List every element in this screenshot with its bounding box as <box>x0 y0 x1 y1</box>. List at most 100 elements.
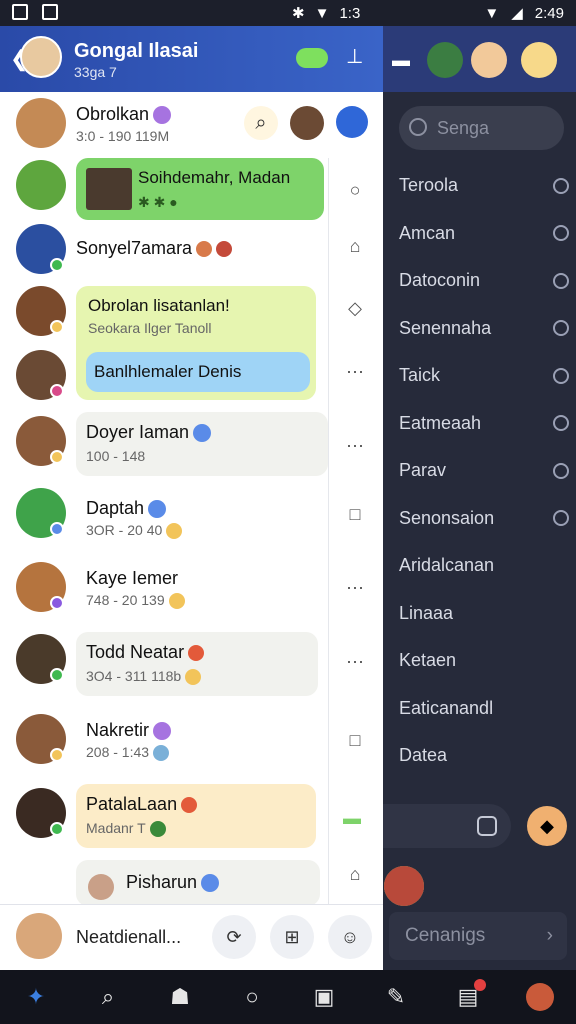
dark-menu-item[interactable]: Eaticanandl <box>399 685 569 733</box>
chat-bubble[interactable]: Pisharun <box>76 860 320 906</box>
status-badge <box>50 384 64 398</box>
dark-menu-item[interactable]: Senennaha <box>399 305 569 353</box>
square-icon[interactable]: ▣ <box>310 983 338 1011</box>
profile-avatar[interactable] <box>526 983 554 1011</box>
emoji-icon <box>185 669 202 686</box>
chat-name: Doyer Iaman <box>86 422 190 442</box>
status-time: 2:49 <box>534 4 564 22</box>
dark-menu-item[interactable]: Amcan <box>399 210 569 258</box>
emoji-button[interactable]: ☺ <box>328 915 372 959</box>
contact-avatar[interactable] <box>471 42 507 78</box>
tag-icon[interactable]: ◇ <box>345 298 365 318</box>
chat-drawer: ❮ Gongal Ilasai 33ga 7 ⊥ Obrolkan 3:0 - … <box>0 26 383 970</box>
chat-name: Banlhlemaler Denis <box>94 362 242 381</box>
dark-menu-item[interactable]: Eatmeaah <box>399 400 569 448</box>
dark-menu-item[interactable]: Parav <box>399 447 569 495</box>
status-badge <box>50 822 64 836</box>
chat-meta: 208 - 1:43 <box>86 744 150 760</box>
add-button[interactable]: ⊞ <box>270 915 314 959</box>
verified-icon <box>153 722 172 741</box>
dark-top-bar: ▬ <box>383 26 576 92</box>
inbox-icon[interactable]: ▤ <box>454 979 486 1011</box>
dark-menu-item[interactable]: Ketaen <box>399 637 569 685</box>
duck-avatar[interactable] <box>521 42 557 78</box>
square-icon[interactable]: □ <box>345 504 365 524</box>
dark-menu-item[interactable]: Linaaa <box>399 590 569 638</box>
avatar[interactable] <box>384 866 424 906</box>
status-badge <box>50 596 64 610</box>
search-icon <box>409 118 427 136</box>
person-icon <box>553 367 569 384</box>
home-icon[interactable]: ✦ <box>22 983 50 1011</box>
notification-button[interactable] <box>336 106 368 138</box>
share-icon <box>477 816 497 836</box>
photo-icon <box>42 4 58 20</box>
status-badge <box>50 450 64 464</box>
dark-menu-item[interactable]: Datoconin <box>399 257 569 305</box>
chat-name: Todd Neatar <box>86 642 185 662</box>
sticker-icon[interactable]: ▬ <box>335 808 369 828</box>
avatar[interactable] <box>16 160 66 210</box>
dark-search-field[interactable]: Senga <box>399 106 564 150</box>
more-icon[interactable]: ⋯ <box>345 578 365 598</box>
thumbnail-image <box>86 168 132 210</box>
avatar[interactable] <box>16 913 62 959</box>
dark-action-row[interactable] <box>383 804 511 848</box>
chat-name: Obrolan lisatanlan! <box>88 296 230 315</box>
chat-bubble-cream[interactable]: PatalaLaan Madanr T <box>76 784 316 848</box>
ghost-icon[interactable]: ☗ <box>166 983 194 1011</box>
refresh-button[interactable]: ⟳ <box>212 915 256 959</box>
person-icon <box>553 177 569 194</box>
search-icon[interactable]: ⌕ <box>94 983 122 1011</box>
chat-bubble[interactable]: Doyer Iaman 100 - 148 <box>76 412 328 476</box>
home-icon[interactable]: ⌂ <box>345 236 365 256</box>
more-icon[interactable]: ⋯ <box>345 436 365 456</box>
chat-bubble-green[interactable]: Soihdemahr, Madan ✱ ✱ ● <box>76 158 324 220</box>
quick-action-rail: ○ ⌂ ◇ ⋯ ⋯ □ ⋯ ⋯ □ ▬ ⌂ <box>328 158 383 958</box>
list-item[interactable]: Obrolkan 3:0 - 190 119M ⌕ <box>0 92 383 154</box>
header-title: Gongal Ilasai <box>74 40 199 62</box>
dark-menu-item[interactable]: Datea <box>399 732 569 780</box>
chat-meta: 3OR - 20 40 <box>86 522 163 538</box>
frog-avatar[interactable] <box>427 42 463 78</box>
status-pill[interactable] <box>296 48 328 68</box>
chat-meta: 100 - 148 <box>86 448 146 464</box>
cat-icon: ◆ <box>540 815 554 836</box>
dark-bottom-field[interactable]: Cenanigs › <box>389 912 567 960</box>
dark-menu-item[interactable]: Taick <box>399 352 569 400</box>
status-badge <box>50 668 64 682</box>
verified-icon <box>148 500 167 519</box>
bluetooth-icon: ✱ <box>292 5 305 22</box>
drawer-footer: Neatdienall... ⟳ ⊞ ☺ <box>0 904 383 970</box>
edit-icon[interactable]: ✎ <box>382 983 410 1011</box>
chat-bubble-lime[interactable]: Obrolan lisatanlan! Seokara Ilger Tanoll… <box>76 286 316 400</box>
dark-menu-item[interactable]: Aridalcanan <box>399 542 569 590</box>
chat-meta: Madanr T <box>86 820 146 836</box>
more-icon[interactable]: ⋯ <box>345 362 365 382</box>
camera-icon[interactable]: ▬ <box>383 42 419 78</box>
dark-menu-item[interactable]: Senonsaion <box>399 495 569 543</box>
header-avatar[interactable] <box>20 36 62 78</box>
circle-icon[interactable]: ○ <box>345 180 365 200</box>
more-icon[interactable]: ⋯ <box>345 652 365 672</box>
plus-icon: ⊞ <box>284 926 300 947</box>
verified-icon <box>153 106 172 125</box>
status-badge <box>50 522 64 536</box>
settings-icon <box>553 320 569 337</box>
dark-menu-item[interactable]: Teroola <box>399 162 569 210</box>
chat-name: Soihdemahr, Madan <box>138 168 291 187</box>
avatar[interactable] <box>290 106 324 140</box>
dark-fab-button[interactable]: ◆ <box>527 806 567 846</box>
search-icon[interactable]: ⌕ <box>244 106 278 140</box>
verified-icon <box>201 874 220 893</box>
chat-name: Kaye Iemer <box>86 568 179 588</box>
chat-bubble-blue[interactable]: Banlhlemaler Denis <box>86 352 310 392</box>
circle-icon[interactable]: ○ <box>238 983 266 1011</box>
chat-bubble[interactable]: Todd Neatar 3O4 - 311 118b <box>76 632 318 696</box>
chat-name: Nakretir <box>86 720 150 740</box>
pin-icon[interactable]: ⊥ <box>346 44 363 69</box>
lock-icon <box>553 225 569 242</box>
home-icon[interactable]: ⌂ <box>345 864 365 884</box>
refresh-icon: ⟳ <box>226 926 242 947</box>
square-icon[interactable]: □ <box>345 730 365 750</box>
